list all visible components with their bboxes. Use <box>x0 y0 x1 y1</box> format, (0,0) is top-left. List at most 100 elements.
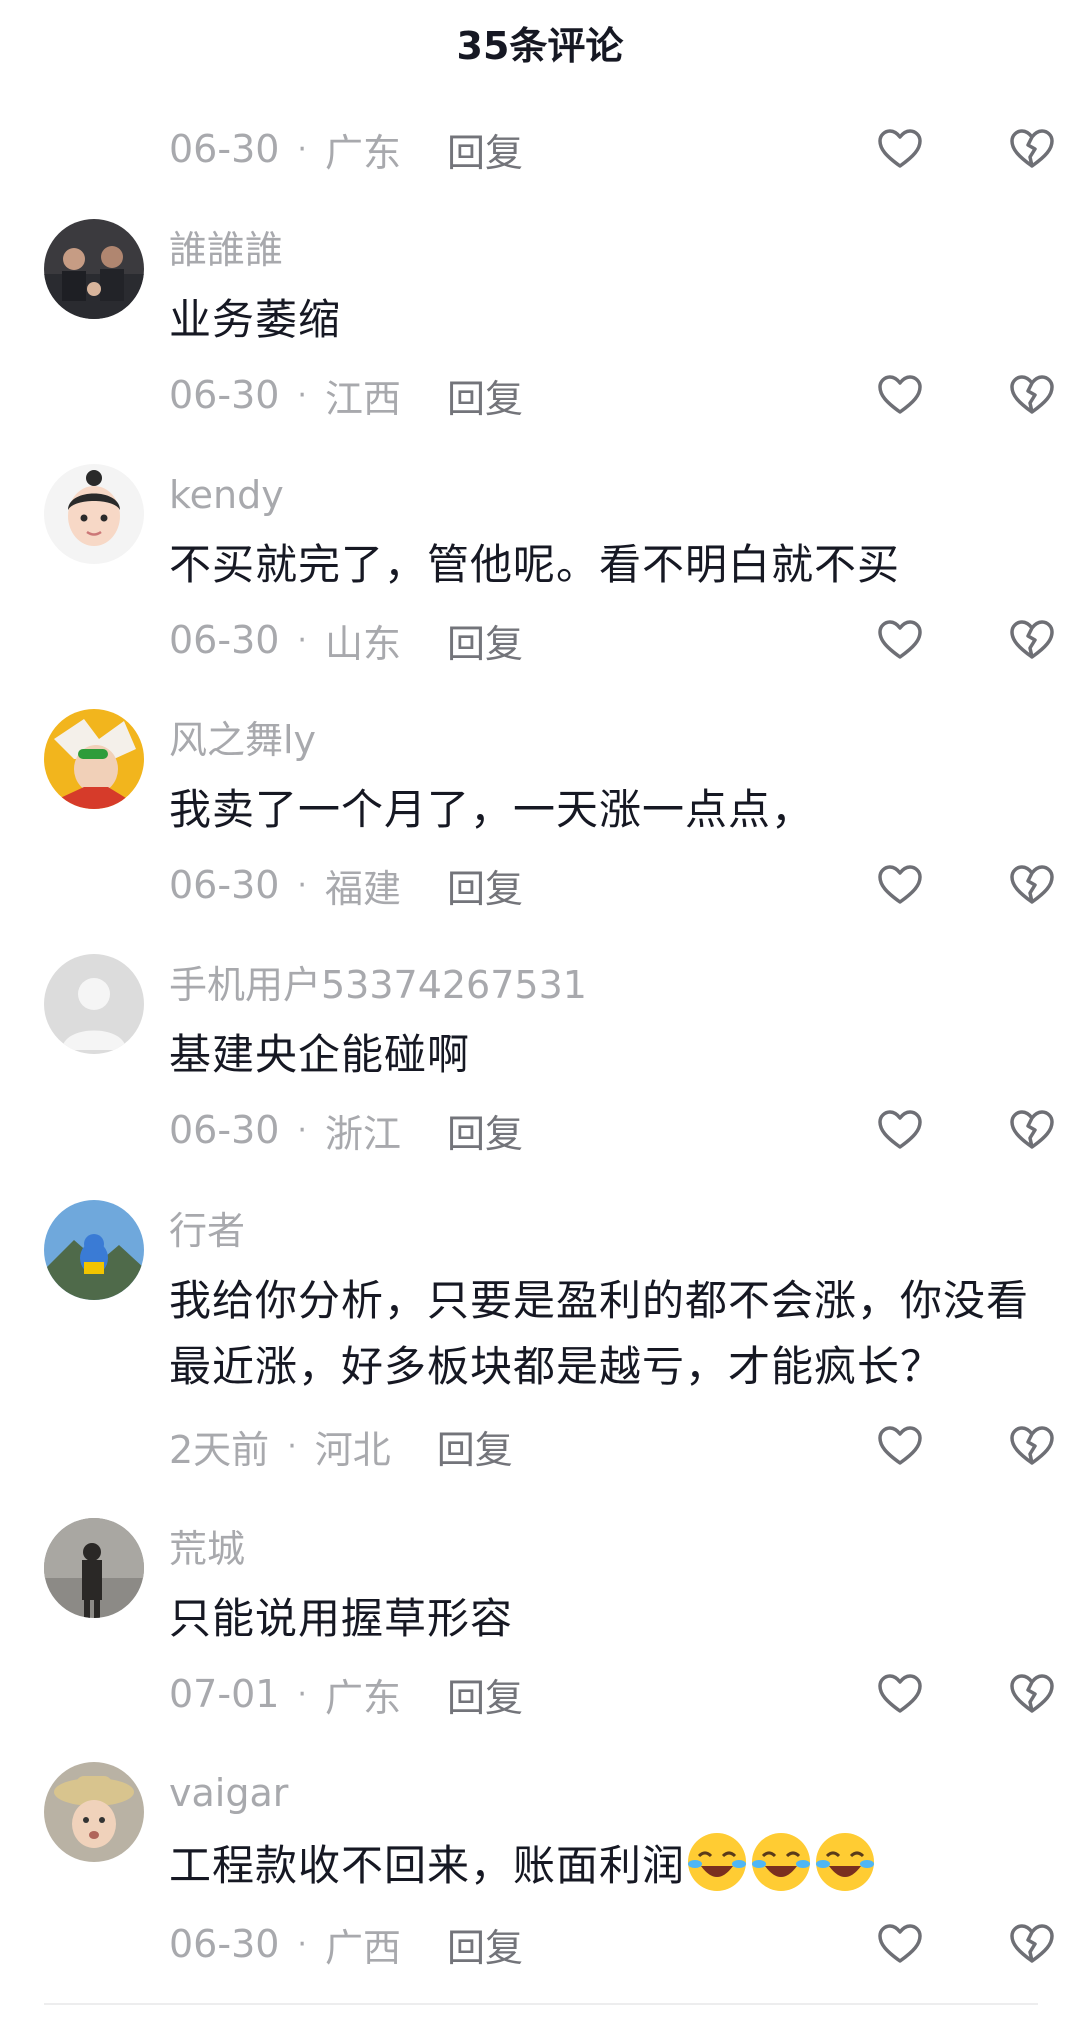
comment-date: 06-30 <box>169 1108 280 1152</box>
laughing-crying-emoji <box>752 1833 811 1891</box>
comment-text: 基建央企能碰啊 <box>169 1030 471 1079</box>
comment-actions-top <box>876 121 1056 177</box>
separator-dot: · <box>297 1676 307 1712</box>
comment-meta: 06-30 · 广西 回复 <box>169 1916 523 1972</box>
separator-dot: · <box>297 622 307 658</box>
dislike-button[interactable] <box>1008 1106 1056 1154</box>
broken-heart-icon <box>1010 620 1054 659</box>
heart-outline-icon <box>878 1426 922 1465</box>
like-button[interactable] <box>876 861 924 909</box>
comment-username[interactable]: 行者 <box>169 1206 245 1256</box>
comment-actions <box>876 1666 1056 1722</box>
comment-text: 我卖了一个月了，一天涨一点点， <box>169 785 815 834</box>
comment-date: 07-01 <box>169 1672 280 1716</box>
laughing-crying-emoji <box>816 1833 875 1891</box>
like-button[interactable] <box>876 1670 924 1718</box>
like-button[interactable] <box>876 1106 924 1154</box>
heart-outline-icon <box>878 375 922 414</box>
comment-text: 业务萎缩 <box>169 295 342 344</box>
reply-button[interactable]: 回复 <box>447 1917 523 1972</box>
broken-heart-icon <box>1010 1110 1054 1149</box>
comment-text: 工程款收不回来，账面利润 <box>169 1830 1050 1899</box>
anime-character-avatar[interactable] <box>44 709 144 809</box>
broken-heart-icon <box>1010 375 1054 414</box>
comment-date: 06-30 <box>169 127 280 171</box>
comment-meta: 06-30 · 浙江 回复 <box>169 1102 523 1158</box>
comment-username[interactable]: 誰誰誰 <box>169 225 283 275</box>
like-button[interactable] <box>876 371 924 419</box>
comment-location: 江西 <box>324 376 401 421</box>
comment-text: 我给你分析，只要是盈利的都不会涨，你没看最近涨，好多板块都是越亏，才能疯长？ <box>169 1276 1030 1391</box>
broken-heart-icon <box>1010 1674 1054 1713</box>
dislike-button[interactable] <box>1008 861 1056 909</box>
mountain-toy-avatar[interactable] <box>44 1200 144 1300</box>
reply-button[interactable]: 回复 <box>447 613 523 668</box>
dislike-button[interactable] <box>1008 616 1056 664</box>
comment-meta: 2天前 · 河北 回复 <box>169 1418 513 1474</box>
comment-actions <box>876 1418 1056 1474</box>
comment-location: 广东 <box>324 1675 401 1720</box>
reply-button[interactable]: 回复 <box>447 368 523 423</box>
heart-outline-icon <box>878 1924 922 1963</box>
separator-dot: · <box>287 1428 297 1464</box>
laughing-crying-emoji <box>688 1833 747 1891</box>
comment-text: 不买就完了，管他呢。看不明白就不买 <box>169 540 901 589</box>
heart-outline-icon <box>878 865 922 904</box>
comment-actions <box>876 367 1056 423</box>
reply-button[interactable]: 回复 <box>437 1419 513 1474</box>
like-button[interactable] <box>876 616 924 664</box>
comment-date: 2天前 <box>169 1427 270 1472</box>
separator-dot: · <box>297 1926 307 1962</box>
broken-heart-icon <box>1010 865 1054 904</box>
comment-username[interactable]: vaigar <box>169 1768 288 1818</box>
comment-username[interactable]: 荒城 <box>169 1524 245 1574</box>
comment-meta-top: 06-30 · 广东 回复 <box>169 121 523 177</box>
silhouette-avatar[interactable] <box>44 1518 144 1618</box>
comment-text: 只能说用握草形容 <box>169 1594 514 1643</box>
broken-heart-icon <box>1010 129 1054 168</box>
heart-outline-icon <box>878 129 922 168</box>
cartoon-boy-avatar[interactable] <box>44 464 144 564</box>
like-button[interactable] <box>876 1422 924 1470</box>
reply-button[interactable]: 回复 <box>447 1667 523 1722</box>
comment-username[interactable]: 手机用户53374267531 <box>169 960 587 1010</box>
dislike-button[interactable] <box>1008 1422 1056 1470</box>
like-button[interactable] <box>876 125 924 173</box>
dislike-button[interactable] <box>1008 1670 1056 1718</box>
default-user-avatar[interactable] <box>44 954 144 1054</box>
broken-heart-icon <box>1010 1924 1054 1963</box>
comment-date: 06-30 <box>169 618 280 662</box>
dislike-button[interactable] <box>1008 125 1056 173</box>
comments-count-title: 35条评论 <box>456 24 624 68</box>
reply-button[interactable]: 回复 <box>447 122 523 177</box>
dislike-button[interactable] <box>1008 1920 1056 1968</box>
comment-location: 山东 <box>324 621 401 666</box>
comment-location: 广东 <box>324 130 401 175</box>
bottom-divider <box>44 2003 1038 2005</box>
comment-meta: 06-30 · 江西 回复 <box>169 367 523 423</box>
heart-outline-icon <box>878 620 922 659</box>
separator-dot: · <box>297 377 307 413</box>
separator-dot: · <box>297 867 307 903</box>
comment-meta: 06-30 · 山东 回复 <box>169 612 523 668</box>
comment-location: 河北 <box>314 1427 391 1472</box>
like-button[interactable] <box>876 1920 924 1968</box>
straw-hat-child-avatar[interactable] <box>44 1762 144 1862</box>
heart-outline-icon <box>878 1674 922 1713</box>
dislike-button[interactable] <box>1008 371 1056 419</box>
reply-button[interactable]: 回复 <box>447 1103 523 1158</box>
comment-actions <box>876 857 1056 913</box>
comment-text-content: 工程款收不回来，账面利润 <box>169 1841 686 1890</box>
comment-actions <box>876 1102 1056 1158</box>
comment-username[interactable]: kendy <box>169 470 284 520</box>
broken-heart-icon <box>1010 1426 1054 1465</box>
comment-date: 06-30 <box>169 373 280 417</box>
comment-date: 06-30 <box>169 1922 280 1966</box>
comment-actions <box>876 612 1056 668</box>
reply-button[interactable]: 回复 <box>447 858 523 913</box>
group-photo-avatar[interactable] <box>44 219 144 319</box>
comment-date: 06-30 <box>169 863 280 907</box>
comment-meta: 07-01 · 广东 回复 <box>169 1666 523 1722</box>
heart-outline-icon <box>878 1110 922 1149</box>
comment-username[interactable]: 风之舞ly <box>169 715 316 765</box>
